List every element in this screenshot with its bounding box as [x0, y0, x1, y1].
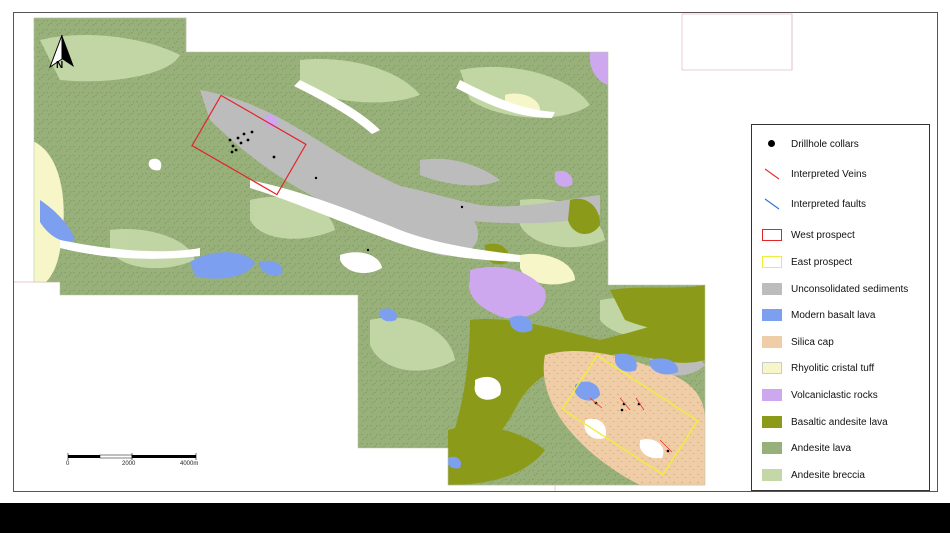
red-line-icon — [764, 168, 780, 180]
pale-yellow-swatch — [762, 362, 782, 374]
gray-swatch — [762, 283, 782, 295]
legend-label: Drillhole collars — [791, 138, 859, 150]
legend-item-interpreted-faults: Interpreted faults — [762, 195, 866, 213]
legend-item-silica-cap: Silica cap — [762, 333, 834, 351]
legend-item-basaltic-andesite-lava: Basaltic andesite lava — [762, 413, 888, 431]
legend-label: Modern basalt lava — [791, 309, 876, 321]
blue-line-icon — [764, 198, 780, 210]
map-figure: N 0 2000 4000m Drillhole collars Interpr… — [0, 0, 950, 533]
scale-label-0: 0 — [66, 461, 70, 467]
map-legend: Drillhole collars Interpreted Veins Inte… — [751, 124, 930, 491]
legend-item-west-prospect: West prospect — [762, 226, 855, 244]
scale-bar: 0 2000 4000m — [62, 450, 212, 474]
legend-item-modern-basalt-lava: Modern basalt lava — [762, 306, 876, 324]
blue-swatch — [762, 309, 782, 321]
legend-label: Andesite lava — [791, 442, 852, 454]
legend-label: East prospect — [791, 256, 853, 268]
tan-swatch — [762, 336, 782, 348]
north-arrow: N — [44, 33, 80, 73]
north-label: N — [56, 60, 63, 71]
legend-label: Interpreted faults — [791, 198, 867, 210]
legend-label: Silica cap — [791, 336, 834, 348]
legend-label: Rhyolitic cristal tuff — [791, 362, 875, 374]
legend-item-rhyolitic-cristal-tuff: Rhyolitic cristal tuff — [762, 359, 874, 377]
legend-label: Volcaniclastic rocks — [791, 389, 878, 401]
green-swatch — [762, 442, 782, 454]
legend-label: Andesite breccia — [791, 469, 865, 481]
legend-item-interpreted-veins: Interpreted Veins — [762, 165, 867, 183]
legend-item-volcaniclastic-rocks: Volcaniclastic rocks — [762, 386, 878, 404]
bottom-black-band — [0, 503, 950, 533]
legend-label: West prospect — [791, 229, 855, 241]
north-arrow-icon: N — [48, 34, 74, 71]
legend-item-andesite-lava: Andesite lava — [762, 439, 851, 457]
scale-label-4000: 4000m — [180, 461, 199, 467]
legend-label: Interpreted Veins — [791, 168, 867, 180]
scale-label-2000: 2000 — [122, 461, 136, 467]
legend-item-unconsolidated-sediments: Unconsolidated sediments — [762, 280, 908, 298]
drillhole-dot-icon — [762, 138, 782, 150]
legend-item-east-prospect: East prospect — [762, 253, 852, 271]
red-outline-swatch — [762, 229, 782, 241]
olive-swatch — [762, 416, 782, 428]
yellow-outline-swatch — [762, 256, 782, 268]
legend-item-drillhole-collars: Drillhole collars — [762, 135, 859, 153]
purple-swatch — [762, 389, 782, 401]
legend-label: Basaltic andesite lava — [791, 416, 888, 428]
legend-item-andesite-breccia: Andesite breccia — [762, 466, 865, 484]
legend-label: Unconsolidated sediments — [791, 283, 909, 295]
light-green-swatch — [762, 469, 782, 481]
